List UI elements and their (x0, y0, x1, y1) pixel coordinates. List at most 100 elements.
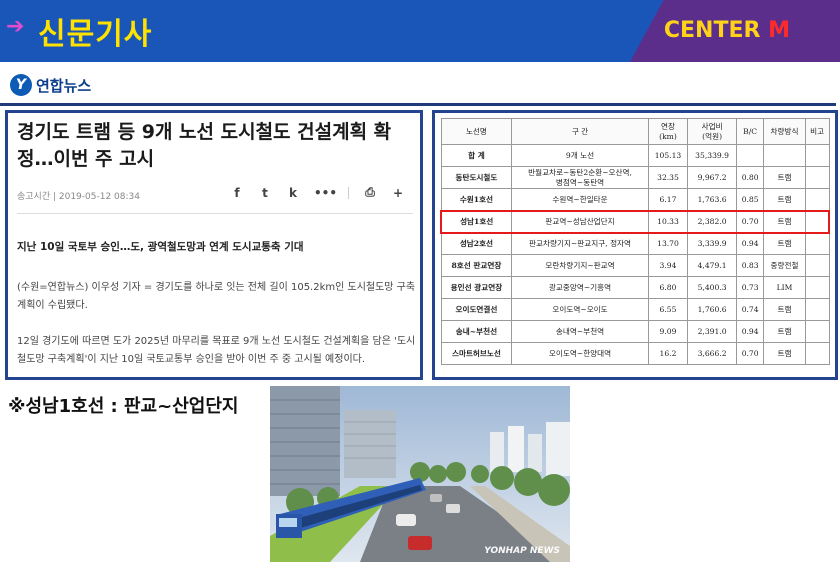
arrow-right-icon: ➔ (6, 14, 25, 39)
table-row: 8호선 판교연장 모란차량기지~판교역 3.94 4,479.1 0.83 중량전철 (440, 254, 830, 277)
table-cell: 트램 (763, 298, 806, 321)
table-cell: 6.80 (647, 276, 689, 299)
table-cell: 중량전철 (763, 254, 806, 277)
table-header-cell: 구 간 (511, 118, 649, 145)
print-icon[interactable]: ⎙ (363, 185, 377, 200)
route-name-cell: 송내~부천선 (440, 320, 513, 343)
share-toolbar: f t k ••• ⎙ + − (230, 185, 420, 200)
table-cell: 판교역~성남산업단지 (511, 209, 649, 234)
header-rule (0, 103, 836, 106)
table-cell (804, 342, 830, 365)
table-row: 수원1호선 수원역~한일타운 6.17 1,763.6 0.85 트램 (440, 188, 830, 211)
brand-text: CENTER (663, 18, 761, 43)
route-name-cell: 합 계 (440, 144, 513, 167)
table-cell: 9,967.2 (687, 166, 737, 189)
table-cell (804, 298, 830, 321)
table-row: 오이도연결선 오이도역~오이도 6.55 1,760.6 0.74 트램 (440, 298, 830, 321)
table-cell: 0.73 (735, 276, 765, 299)
table-cell: 광교중앙역~기흥역 (511, 276, 649, 299)
table-cell: 오이도역~오이도 (511, 298, 649, 321)
table-cell (804, 188, 830, 211)
table-header-cell: 비고 (804, 118, 830, 145)
article-paragraph: (수원=연합뉴스) 이우성 기자 = 경기도를 하나로 잇는 전체 길이 105… (17, 282, 416, 311)
image-caption: ※성남1호선 : 판교~산업단지 (8, 396, 239, 417)
table-cell (804, 144, 830, 167)
table-cell: LIM (763, 276, 806, 299)
news-source-name: 연합뉴스 (36, 76, 92, 95)
table-cell: 3,339.9 (687, 232, 737, 255)
route-name-cell: 성남1호선 (440, 209, 513, 234)
table-header-row: 노선명 구 간 연장 (km) 사업비 (억원) B/C 차량방식 비고 (440, 118, 830, 145)
route-name-cell: 스마트허브노선 (440, 342, 513, 365)
route-name-cell: 오이도연결선 (440, 298, 513, 321)
table-cell: 0.74 (735, 298, 765, 321)
table-cell: 0.83 (735, 254, 765, 277)
header-band: ➔ 신문기사 CENTER M (0, 0, 840, 62)
table-cell: 0.70 (735, 209, 765, 234)
table-row: 송내~부천선 송내역~부천역 9.09 2,391.0 0.94 트램 (440, 320, 830, 343)
table-cell (804, 320, 830, 343)
table-cell: 105.13 (647, 144, 689, 167)
toolbar-separator (348, 186, 349, 199)
table-cell (804, 276, 830, 299)
font-minus-icon[interactable]: − (419, 186, 420, 200)
table-cell: 0.80 (735, 166, 765, 189)
news-logo: Y 연합뉴스 (10, 72, 91, 98)
table-cell: 0.85 (735, 188, 765, 211)
table-cell: 6.55 (647, 298, 689, 321)
table-header-cell: 사업비 (억원) (687, 118, 737, 145)
yonhap-watermark: YONHAP NEWS (484, 546, 560, 556)
table-row: 성남1호선 판교역~성남산업단지 10.33 2,382.0 0.70 트램 (440, 209, 830, 234)
font-plus-icon[interactable]: + (391, 186, 405, 200)
table-cell: 4,479.1 (687, 254, 737, 277)
table-body: 합 계 9개 노선 105.13 35,339.9 동탄도시철도 반월교차로~동탄2순환~… (440, 144, 830, 365)
route-name-cell: 동탄도시철도 (440, 166, 513, 189)
article-paragraph: 12일 경기도에 따르면 도가 2025년 마무리를 목표로 9개 노선 도시철… (17, 336, 416, 365)
route-table: 노선명 구 간 연장 (km) 사업비 (억원) B/C 차량방식 비고 합 계 9개 노선 1… (440, 118, 830, 365)
table-cell: 트램 (763, 188, 806, 211)
table-cell: 0.94 (735, 232, 765, 255)
table-cell: 3.94 (647, 254, 689, 277)
table-header-cell: 노선명 (440, 118, 513, 145)
brand-logo: CENTER M (664, 18, 790, 43)
table-cell: 트램 (763, 232, 806, 255)
facebook-icon[interactable]: f (230, 186, 244, 200)
table-cell: 모란차량기지~판교역 (511, 254, 649, 277)
table-cell: 2,391.0 (687, 320, 737, 343)
table-cell (804, 232, 830, 255)
table-cell: 35,339.9 (687, 144, 737, 167)
route-name-cell: 수원1호선 (440, 188, 513, 211)
article-panel: 경기도 트램 등 9개 노선 도시철도 건설계획 확정…이번 주 고시 송고시간… (5, 110, 423, 380)
table-cell: 9.09 (647, 320, 689, 343)
more-icon[interactable]: ••• (314, 186, 337, 200)
route-table-panel: 노선명 구 간 연장 (km) 사업비 (억원) B/C 차량방식 비고 합 계 9개 노선 1… (432, 110, 838, 380)
table-cell: 10.33 (647, 209, 689, 234)
table-cell: 9개 노선 (511, 144, 649, 167)
brand-suffix: M (768, 18, 790, 43)
table-cell (763, 144, 806, 167)
table-row: 용인선 광교연장 광교중앙역~기흥역 6.80 5,400.3 0.73 LIM (440, 276, 830, 299)
table-header-cell: 연장 (km) (647, 118, 689, 145)
page-title: 신문기사 (38, 17, 153, 52)
table-cell: 13.70 (647, 232, 689, 255)
table-cell (804, 209, 830, 234)
table-cell: 2,382.0 (687, 209, 737, 234)
table-cell: 32.35 (647, 166, 689, 189)
table-row: 합 계 9개 노선 105.13 35,339.9 (440, 144, 830, 167)
table-cell: 수원역~한일타운 (511, 188, 649, 211)
table-row: 스마트허브노선 오이도역~한양대역 16.2 3,666.2 0.70 트램 (440, 342, 830, 365)
article-meta: 송고시간 | 2019-05-12 08:34 (17, 192, 140, 202)
twitter-icon[interactable]: t (258, 186, 272, 200)
kakao-icon[interactable]: k (286, 186, 300, 200)
table-cell: 송내역~부천역 (511, 320, 649, 343)
table-cell: 5,400.3 (687, 276, 737, 299)
yonhap-logo-icon: Y (10, 74, 32, 96)
table-cell: 오이도역~한양대역 (511, 342, 649, 365)
table-row: 동탄도시철도 반월교차로~동탄2순환~오산역, 병점역~동탄역 32.35 9,967… (440, 166, 830, 189)
table-cell: 1,763.6 (687, 188, 737, 211)
table-cell: 트램 (763, 320, 806, 343)
table-header-cell: 차량방식 (763, 118, 806, 145)
table-cell: 판교차량기지~판교지구, 정자역 (511, 232, 649, 255)
article-title: 경기도 트램 등 9개 노선 도시철도 건설계획 확정…이번 주 고시 (17, 121, 392, 170)
article-divider (17, 213, 413, 214)
